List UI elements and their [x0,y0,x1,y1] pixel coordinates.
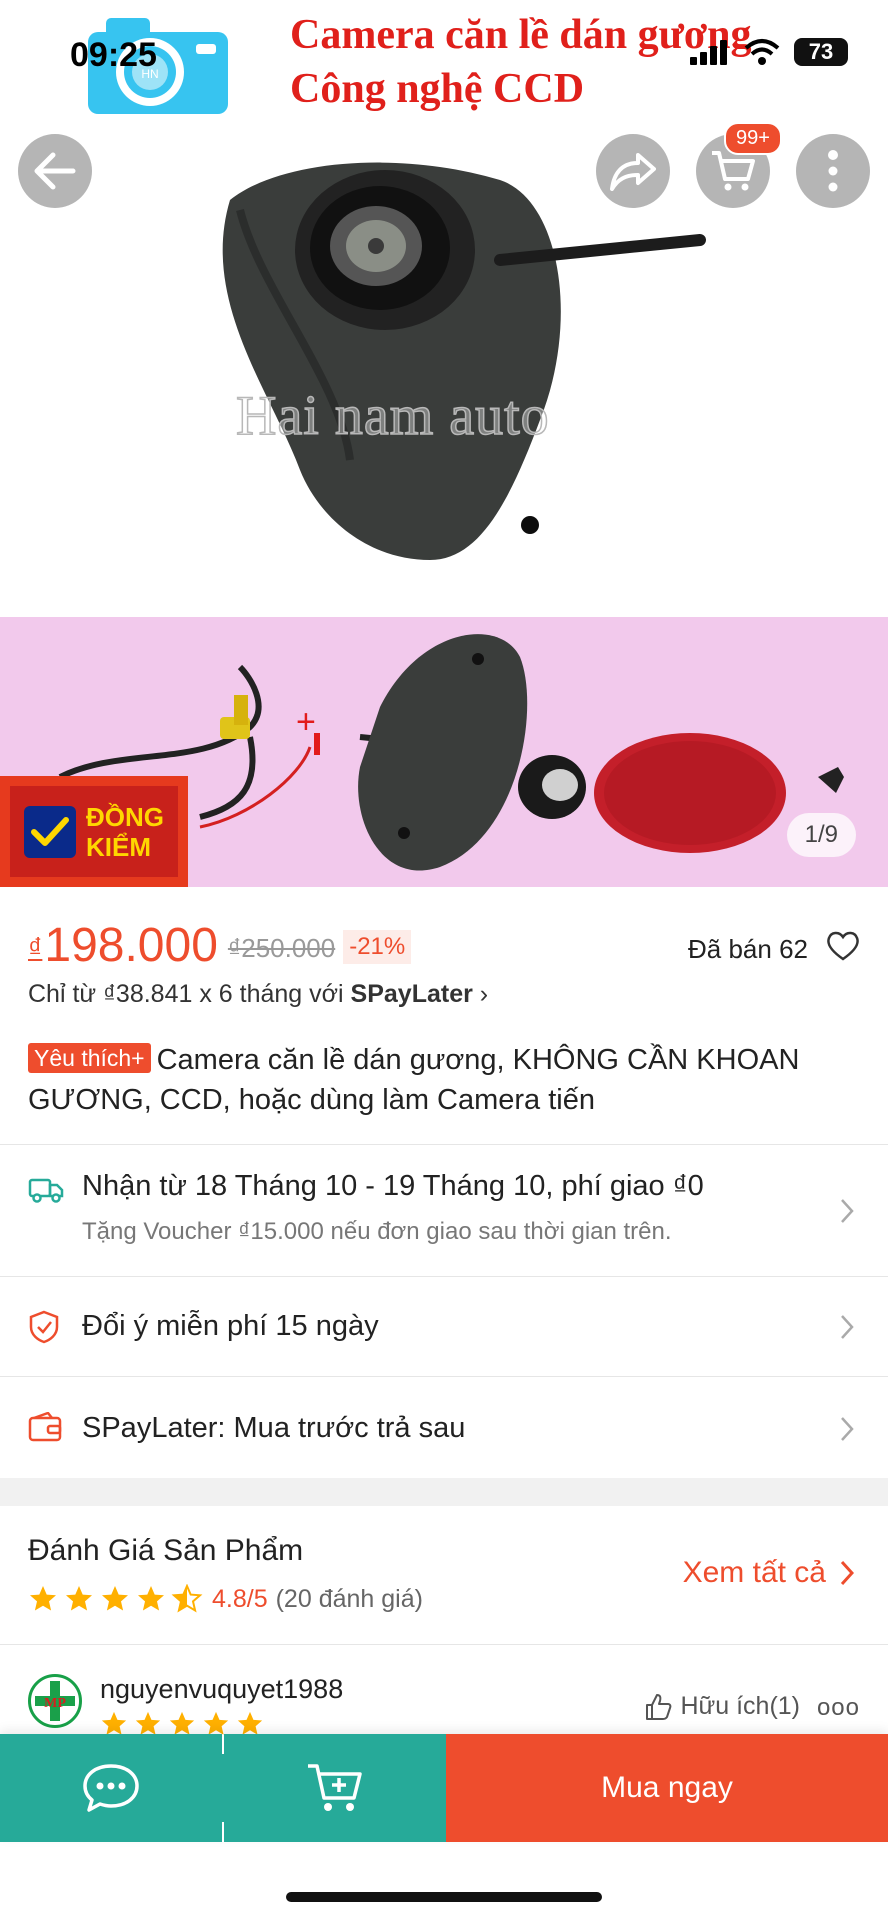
original-price: ₫250.000 [227,933,336,963]
cart-badge: 99+ [724,122,782,155]
chat-button[interactable] [0,1734,222,1842]
inspection-badge-line2: KIỂM [86,831,151,862]
more-options-button[interactable] [796,134,870,208]
svg-text:+: + [296,703,316,741]
chevron-right-icon: › [479,980,489,1008]
status-icons: 73 [690,38,848,66]
chevron-right-icon [840,1560,854,1586]
review-more-button[interactable]: ooo [817,1694,860,1722]
home-indicator[interactable] [286,1892,602,1902]
camera-product-image [222,162,706,560]
paylater-brand: SPayLater [350,980,473,1008]
checkmark-icon [24,805,76,858]
reviews-heading: Đánh Giá Sản Phẩm [28,1534,304,1567]
chat-icon [83,1764,139,1812]
shipping-row[interactable]: Nhận từ 18 Tháng 10 - 19 Tháng 10, phí g… [0,1144,888,1276]
arrow-left-icon [34,152,76,190]
watermark: Hai nam auto [235,384,550,448]
spaylater-row[interactable]: SPayLater: Mua trước trả sau [0,1376,888,1478]
paylater-prefix: Chỉ từ ₫38.841 x 6 tháng với [28,980,344,1008]
wifi-icon [744,39,780,65]
see-all-label: Xem tất cả [682,1556,826,1589]
share-icon [610,153,656,191]
truck-icon [28,1178,64,1203]
preferred-tag: Yêu thích+ [28,1043,151,1073]
share-button[interactable] [596,134,670,208]
chevron-right-icon [841,1315,854,1339]
favorite-button[interactable] [826,930,860,967]
free-return-row[interactable]: Đổi ý miễn phí 15 ngày [0,1276,888,1376]
heart-icon [827,931,859,961]
status-time: 09:25 [70,36,157,74]
back-button[interactable] [18,134,92,208]
paylater-installment[interactable]: Chỉ từ ₫38.841 x 6 tháng với SPayLater › [28,980,488,1009]
rating-stars-icon [30,1584,203,1613]
shipping-estimate: Nhận từ 18 Tháng 10 - 19 Tháng 10, phí g… [82,1170,704,1202]
helpful-button[interactable]: Hữu ích(1) [644,1692,800,1721]
wallet-icon [28,1412,62,1442]
chevron-right-icon [841,1199,854,1223]
buy-now-button[interactable]: Mua ngay [446,1734,888,1842]
inspection-badge: ĐỒNG KIỂM [0,776,188,887]
hero-title: Camera căn lề dán gương Công nghệ CCD [290,8,751,116]
review-item: MP nguyenvuquyet1988 Hữu ích(1) ooo [28,1674,860,1740]
more-vertical-icon [828,150,838,192]
product-hero-image[interactable]: HN Camera căn lề dán gương Công nghệ CCD… [0,0,888,617]
shield-check-icon [29,1310,59,1344]
battery-indicator: 73 [794,38,848,66]
signal-icon [690,40,727,65]
inspection-badge-line1: ĐỒNG [86,801,164,832]
divider [0,1644,888,1645]
product-banner-image[interactable]: + ĐỒNG KIỂM 1/9 [0,617,888,887]
see-all-reviews-link[interactable]: Xem tất cả [683,1556,854,1590]
add-to-cart-button[interactable] [224,1734,446,1842]
hero-title-line2: Công nghệ CCD [290,66,585,112]
discount-badge: -21% [343,930,412,964]
hero-title-line1: Camera căn lề dán gương [290,12,752,58]
sold-count: Đã bán 62 [688,934,808,964]
avatar[interactable]: MP [28,1674,82,1728]
shipping-voucher-note: Tặng Voucher ₫15.000 nếu đơn giao sau th… [82,1218,672,1245]
free-return-label: Đổi ý miễn phí 15 ngày [82,1310,379,1342]
reviewer-name: nguyenvuquyet1988 [100,1674,344,1704]
rating-score: 4.8/5 [212,1584,268,1613]
helpful-label: Hữu ích(1) [680,1692,800,1720]
price-currency: ₫ [28,932,43,963]
reviews-rating: 4.8/5 (20 đánh giá) [28,1584,423,1614]
svg-text:MP: MP [44,1696,66,1711]
rating-count: (20 đánh giá) [275,1584,423,1613]
cart-icon [712,151,755,191]
current-price: 198.000 [44,919,218,972]
chevron-right-icon [841,1417,854,1441]
cart-button[interactable]: 99+ [696,122,782,208]
add-cart-icon [308,1764,362,1811]
spaylater-label: SPayLater: Mua trước trả sau [82,1412,466,1444]
image-pager: 1/9 [786,813,856,857]
section-gap [0,1478,888,1506]
product-title: Yêu thích+ Camera căn lề dán gương, KHÔNG… [28,1040,858,1120]
thumbs-up-icon [646,1693,672,1720]
bottom-action-bar: Mua ngay [0,1734,888,1842]
